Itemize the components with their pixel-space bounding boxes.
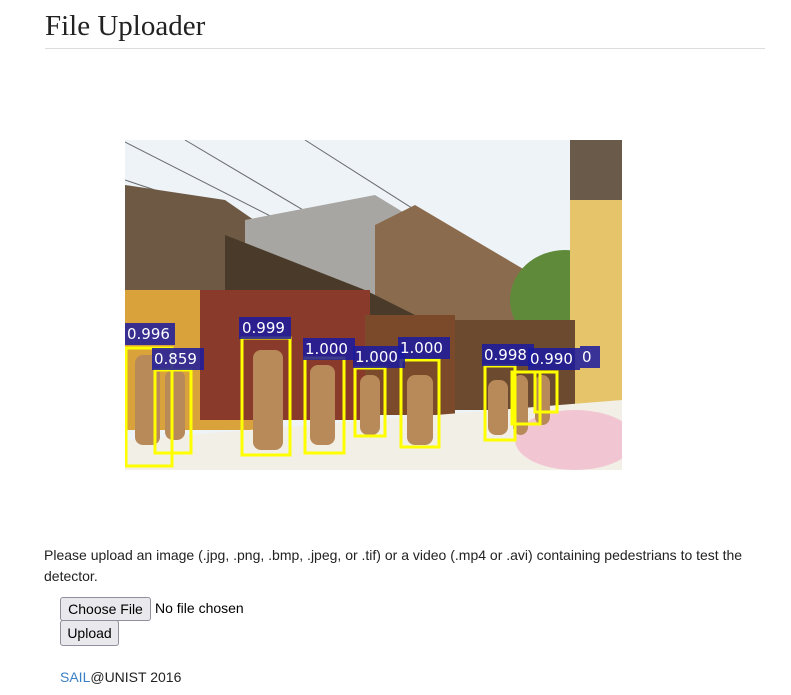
detection-score-label: 0.990 — [530, 350, 573, 368]
sail-link[interactable]: SAIL — [60, 669, 90, 685]
page-title: File Uploader — [45, 10, 206, 42]
detection-score-label: 1.000 — [400, 339, 443, 357]
upload-instructions: Please upload an image (.jpg, .png, .bmp… — [44, 547, 743, 584]
detection-score-label: 0.998 — [484, 346, 527, 364]
detection-score-label: 0.859 — [154, 350, 197, 368]
footer-text: @UNIST 2016 — [90, 669, 182, 685]
choose-file-button[interactable]: Choose File — [60, 597, 151, 621]
detection-result-image: 0.996 0.859 0.999 1.000 1.000 1.000 0.99… — [125, 140, 622, 470]
detection-score-label: 1.000 — [355, 348, 398, 366]
detection-score-label: 0 — [582, 348, 592, 366]
file-status-text: No file chosen — [155, 600, 244, 616]
upload-button[interactable]: Upload — [60, 620, 119, 646]
detection-score-label: 0.996 — [127, 325, 170, 343]
title-divider — [45, 48, 765, 49]
detection-score-label: 1.000 — [305, 340, 348, 358]
detection-score-label: 0.999 — [242, 319, 285, 337]
footer: SAIL@UNIST 2016 — [60, 669, 181, 685]
